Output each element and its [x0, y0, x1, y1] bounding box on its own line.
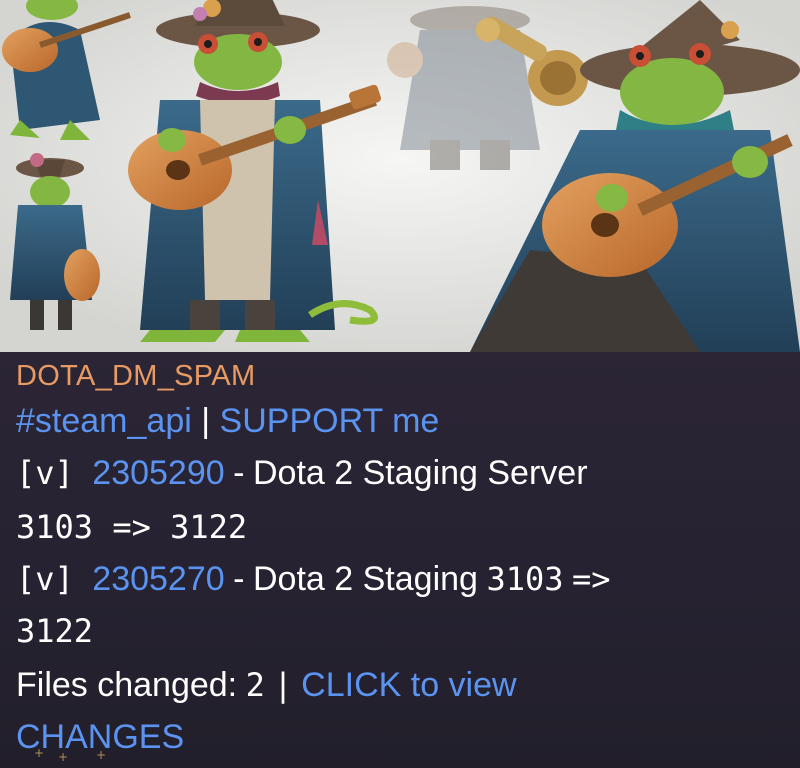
version-to: 3122: [170, 508, 248, 546]
hashtag-link[interactable]: #steam_api: [16, 402, 192, 440]
view-changes-link[interactable]: CLICK to view: [301, 666, 516, 704]
message-body: DOTA_DM_SPAM #steam_api | SUPPORT me [v]…: [0, 352, 800, 768]
sparkle-icon: +: [34, 746, 45, 760]
files-label: Files changed:: [16, 666, 238, 704]
support-link[interactable]: SUPPORT me: [220, 402, 440, 440]
update-entry: [v] 2305270 - Dota 2 Staging 3103 =>: [16, 560, 611, 599]
version-arrow: =>: [112, 508, 151, 546]
artwork-image: [0, 0, 800, 352]
version-from: 3103: [486, 560, 564, 598]
version-from: 3103: [16, 508, 94, 546]
app-id-link[interactable]: 2305270: [92, 560, 224, 598]
entry-dash: -: [233, 454, 245, 492]
version-arrow: =>: [572, 560, 611, 598]
files-changed-line: Files changed: 2 | CLICK to view: [16, 666, 517, 705]
files-separator: |: [273, 666, 293, 704]
frog-bard-artwork[interactable]: [0, 0, 800, 352]
sparkle-icon: +: [58, 750, 69, 764]
entry-prefix: [v]: [16, 560, 74, 598]
update-entry: [v] 2305290 - Dota 2 Staging Server: [16, 454, 588, 493]
app-id-link[interactable]: 2305290: [92, 454, 224, 492]
sparkle-icon: +: [96, 748, 107, 762]
message-bubble: DOTA_DM_SPAM #steam_api | SUPPORT me [v]…: [0, 0, 800, 768]
entry-dash: -: [233, 560, 245, 598]
app-name: Dota 2 Staging: [253, 560, 478, 598]
separator: |: [201, 402, 211, 440]
entry-prefix: [v]: [16, 454, 74, 492]
version-to: 3122: [16, 612, 94, 650]
version-change: 3103 => 3122: [16, 508, 247, 546]
files-count: 2: [245, 666, 265, 704]
app-name: Dota 2 Staging Server: [253, 454, 588, 492]
sender-name[interactable]: DOTA_DM_SPAM: [16, 360, 255, 393]
version-change: 3122: [16, 612, 93, 650]
hashtag-line: #steam_api | SUPPORT me: [16, 402, 439, 441]
